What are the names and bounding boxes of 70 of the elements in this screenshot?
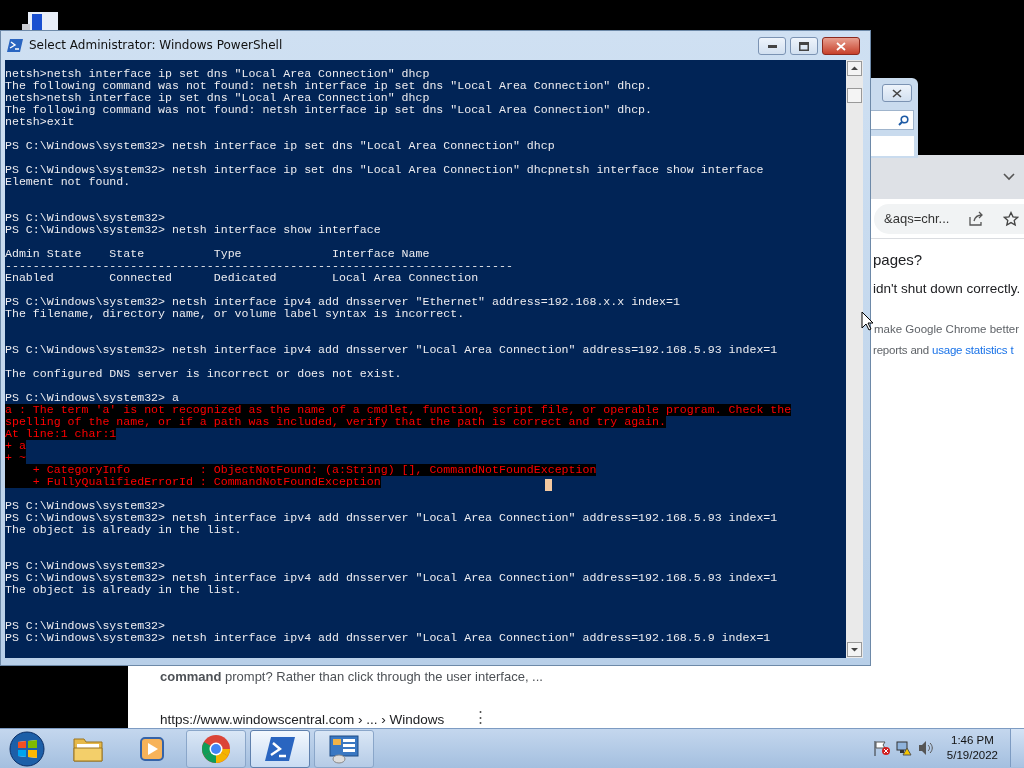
terminal-line: PS C:\Windows\system32> netsh interface ipv4 add dnsserver "Local Area Connection" address=192.168.5.9 index=1 bbox=[5, 632, 772, 644]
search-field[interactable] bbox=[868, 110, 914, 130]
text-cursor bbox=[545, 479, 552, 491]
terminal-line: PS C:\Windows\system32> bbox=[5, 212, 167, 224]
close-icon bbox=[836, 41, 846, 51]
action-center-flag-icon[interactable] bbox=[872, 740, 891, 756]
chrome-icon bbox=[201, 734, 231, 764]
result-url[interactable]: https://www.windowscentral.com › ... › Windows bbox=[160, 710, 445, 731]
powershell-icon bbox=[265, 737, 295, 761]
taskbar-button[interactable] bbox=[186, 730, 246, 768]
taskbar-button[interactable] bbox=[314, 730, 374, 768]
server-manager-icon bbox=[328, 734, 360, 764]
terminal-line: netsh>exit bbox=[5, 116, 76, 128]
close-button[interactable] bbox=[882, 84, 912, 102]
terminal-line: PS C:\Windows\system32> bbox=[5, 620, 167, 632]
clock-time: 1:46 PM bbox=[950, 733, 995, 748]
terminal-line: The filename, directory name, or volume label syntax is incorrect. bbox=[5, 308, 466, 320]
network-icon[interactable] bbox=[894, 740, 913, 756]
search-snippet: command prompt? Rather than click through the user interface, ... bbox=[160, 668, 543, 686]
taskbar-button[interactable] bbox=[250, 730, 310, 768]
clock-date: 5/19/2022 bbox=[946, 748, 998, 763]
maximize-button[interactable] bbox=[790, 37, 818, 55]
terminal-line: PS C:\Windows\system32> bbox=[5, 560, 167, 572]
minimize-button[interactable] bbox=[758, 37, 786, 55]
content-area bbox=[868, 136, 914, 156]
scroll-up-icon[interactable] bbox=[847, 61, 862, 76]
media-player-icon bbox=[138, 735, 166, 763]
windows-logo-icon bbox=[9, 731, 45, 767]
terminal-line: The object is already in the list. bbox=[5, 524, 243, 536]
terminal-line: PS C:\Windows\system32> netsh interface ipv4 add dnsserver "Ethernet" address=192.168.x.x index=1 bbox=[5, 296, 681, 308]
terminal-line: The configured DNS server is incorrect or does not exist. bbox=[5, 368, 403, 380]
terminal-line: The object is already in the list. bbox=[5, 584, 243, 596]
terminal-line: PS C:\Windows\system32> bbox=[5, 500, 167, 512]
scroll-down-icon[interactable] bbox=[847, 642, 862, 657]
terminal-line: PS C:\Windows\system32> netsh interface ipv4 add dnsserver "Local Area Connection" address=192.168.5.93 index=1 bbox=[5, 344, 779, 356]
maximize-icon bbox=[799, 41, 809, 51]
scroll-thumb[interactable] bbox=[847, 88, 862, 103]
usage-statistics-link[interactable]: usage statistics t bbox=[932, 344, 1014, 356]
mouse-pointer-icon bbox=[861, 311, 875, 331]
chevron-down-icon[interactable] bbox=[1002, 172, 1016, 182]
consent-text: make Google Chrome better bbox=[874, 322, 1020, 337]
terminal-line: Admin State State Type Interface Name bbox=[5, 248, 431, 260]
terminal-line: PS C:\Windows\system32> netsh interface show interface bbox=[5, 224, 382, 236]
search-icon bbox=[898, 114, 909, 126]
star-icon[interactable] bbox=[1003, 210, 1020, 227]
window-title: Select Administrator: Windows PowerShell bbox=[29, 37, 283, 54]
more-options-button[interactable]: ⋮ bbox=[473, 708, 488, 726]
terminal-line: Enabled Connected Dedicated Local Area Connection bbox=[5, 272, 480, 284]
terminal-line: PS C:\Windows\system32> netsh interface ipv4 add dnsserver "Local Area Connection" address=192.168.5.93 index=1 bbox=[5, 512, 779, 524]
terminal-line: ------------------------------------------------------------------------- bbox=[5, 260, 514, 272]
address-bar[interactable]: &aqs=chr... bbox=[874, 203, 1024, 234]
terminal-line: Element not found. bbox=[5, 176, 132, 188]
close-button[interactable] bbox=[822, 37, 860, 55]
terminal-line: The following command was not found: netsh interface ip set dns "Local Area Connection" dhcp. bbox=[5, 80, 654, 92]
folder-icon bbox=[72, 735, 104, 763]
terminal-line: The following command was not found: netsh interface ip set dns "Local Area Connection" dhcp. bbox=[5, 104, 654, 116]
terminal-line: PS C:\Windows\system32> netsh interface ipv4 add dnsserver "Local Area Connection" address=192.168.5.93 index=1 bbox=[5, 572, 779, 584]
minimize-icon bbox=[767, 44, 777, 48]
close-icon bbox=[892, 88, 902, 98]
terminal-line: netsh>netsh interface ip set dns "Local Area Connection" dhcp bbox=[5, 92, 431, 104]
consent-text: reports and usage statistics t bbox=[873, 343, 1014, 358]
terminal-line: netsh>netsh interface ip set dns "Local Area Connection" dhcp bbox=[5, 68, 431, 80]
terminal-line: PS C:\Windows\system32> netsh interface ip set dns "Local Area Connection" dhcpnetsh interface show interface bbox=[5, 164, 765, 176]
terminal-line: PS C:\Windows\system32> a bbox=[5, 392, 180, 404]
scrollbar[interactable] bbox=[846, 60, 863, 658]
terminal-line: PS C:\Windows\system32> netsh interface ip set dns "Local Area Connection" dhcp bbox=[5, 140, 556, 152]
dialog-message: idn't shut down correctly. bbox=[873, 280, 1021, 298]
dialog-heading: pages? bbox=[873, 250, 923, 270]
powershell-icon bbox=[7, 38, 23, 52]
volume-icon[interactable] bbox=[916, 740, 935, 756]
